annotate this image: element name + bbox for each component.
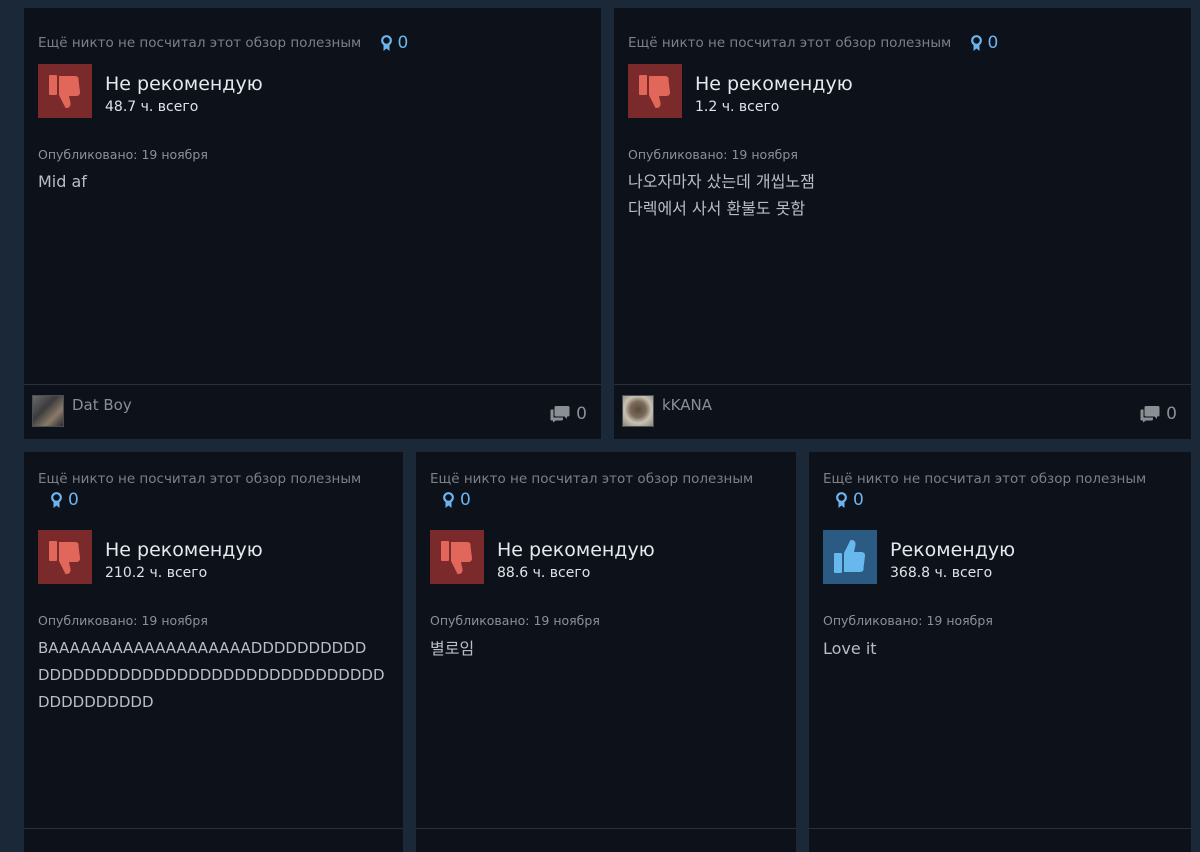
footer-divider [24, 828, 403, 829]
thumbs-down-icon [639, 75, 671, 108]
review-line: 별로임 [430, 639, 475, 658]
review-line: 나오자마자 샀는데 개씹노잼 [628, 172, 815, 191]
helpful-status: Ещё никто не посчитал этот обзор полезны… [38, 470, 389, 509]
verdict-title: Не рекомендую [497, 539, 655, 561]
posted-date: Опубликовано: 19 ноября [38, 613, 208, 628]
helpful-text: Ещё никто не посчитал этот обзор полезны… [38, 471, 362, 487]
comment-bubble-icon [1140, 406, 1160, 423]
author-name[interactable]: kKANA [662, 396, 712, 414]
review-card: Ещё никто не посчитал этот обзор полезны… [809, 452, 1191, 852]
footer-divider [24, 384, 601, 385]
footer-divider [416, 828, 796, 829]
posted-date: Опубликовано: 19 ноября [628, 147, 798, 162]
posted-date: Опубликовано: 19 ноября [38, 147, 208, 162]
award-icon [380, 34, 392, 51]
award-icon [970, 34, 982, 51]
review-card: Ещё никто не посчитал этот обзор полезны… [24, 8, 601, 439]
helpful-status: Ещё никто не посчитал этот обзор полезны… [430, 470, 782, 509]
award-count: 0 [397, 33, 409, 53]
award-button[interactable]: 0 [970, 33, 999, 53]
author-link[interactable]: kKANA [622, 395, 712, 427]
award-button[interactable]: 0 [835, 491, 1177, 509]
review-line: 다렉에서 사서 환불도 못함 [628, 199, 806, 218]
review-line: Love it [823, 639, 877, 658]
posted-date: Опубликовано: 19 ноября [823, 613, 993, 628]
award-icon [51, 491, 62, 508]
thumbs-down-badge[interactable] [38, 530, 92, 584]
author-link[interactable]: Dat Boy [32, 395, 132, 427]
review-line: DDDDDDDDDDDDDDDDDDDDDDDDDDDDDD [38, 666, 385, 684]
review-text: 별로임 [430, 635, 786, 662]
review-text: BAAAAAAAAAAAAAAAAAAADDDDDDDDDD DDDDDDDDD… [38, 635, 393, 716]
award-button[interactable]: 0 [380, 33, 409, 53]
award-icon [443, 491, 454, 508]
comment-count: 0 [1166, 404, 1177, 424]
comments-button[interactable]: 0 [1140, 404, 1177, 424]
verdict-title: Не рекомендую [105, 73, 263, 95]
award-count: 0 [853, 490, 864, 510]
review-line: Mid af [38, 172, 87, 191]
posted-date: Опубликовано: 19 ноября [430, 613, 600, 628]
review-line: DDDDDDDDDD [38, 693, 154, 711]
review-card: Ещё никто не посчитал этот обзор полезны… [614, 8, 1191, 439]
thumbs-down-badge[interactable] [38, 64, 92, 118]
thumbs-up-icon [834, 540, 866, 573]
review-text: Mid af [38, 168, 591, 195]
hours-played: 48.7 ч. всего [105, 99, 199, 115]
thumbs-down-badge[interactable] [628, 64, 682, 118]
hours-played: 210.2 ч. всего [105, 565, 208, 581]
verdict-title: Рекомендую [890, 539, 1016, 561]
helpful-status: Ещё никто не посчитал этот обзор полезны… [38, 34, 587, 52]
award-count: 0 [987, 33, 999, 53]
hours-played: 88.6 ч. всего [497, 565, 591, 581]
review-text: 나오자마자 샀는데 개씹노잼 다렉에서 사서 환불도 못함 [628, 168, 1181, 222]
hours-played: 1.2 ч. всего [695, 99, 780, 115]
verdict-title: Не рекомендую [695, 73, 853, 95]
review-line: BAAAAAAAAAAAAAAAAAAADDDDDDDDDD [38, 639, 367, 657]
footer-divider [614, 384, 1191, 385]
review-text: Love it [823, 635, 1181, 662]
helpful-text: Ещё никто не посчитал этот обзор полезны… [823, 471, 1147, 487]
award-count: 0 [460, 490, 471, 510]
author-name[interactable]: Dat Boy [72, 396, 132, 414]
thumbs-down-badge[interactable] [430, 530, 484, 584]
helpful-text: Ещё никто не посчитал этот обзор полезны… [628, 35, 952, 51]
avatar[interactable] [622, 395, 654, 427]
review-card: Ещё никто не посчитал этот обзор полезны… [416, 452, 796, 852]
helpful-text: Ещё никто не посчитал этот обзор полезны… [38, 35, 362, 51]
helpful-text: Ещё никто не посчитал этот обзор полезны… [430, 471, 754, 487]
comments-button[interactable]: 0 [550, 404, 587, 424]
thumbs-down-icon [441, 541, 473, 574]
review-card: Ещё никто не посчитал этот обзор полезны… [24, 452, 403, 852]
award-icon [836, 491, 847, 508]
award-button[interactable]: 0 [442, 491, 782, 509]
thumbs-down-icon [49, 541, 81, 574]
hours-played: 368.8 ч. всего [890, 565, 993, 581]
avatar[interactable] [32, 395, 64, 427]
comment-count: 0 [576, 404, 587, 424]
comment-bubble-icon [550, 406, 570, 423]
footer-divider [809, 828, 1191, 829]
verdict-title: Не рекомендую [105, 539, 263, 561]
award-count: 0 [68, 490, 79, 510]
award-button[interactable]: 0 [50, 491, 389, 509]
thumbs-down-icon [49, 75, 81, 108]
thumbs-up-badge[interactable] [823, 530, 877, 584]
helpful-status: Ещё никто не посчитал этот обзор полезны… [628, 34, 1177, 52]
helpful-status: Ещё никто не посчитал этот обзор полезны… [823, 470, 1177, 509]
